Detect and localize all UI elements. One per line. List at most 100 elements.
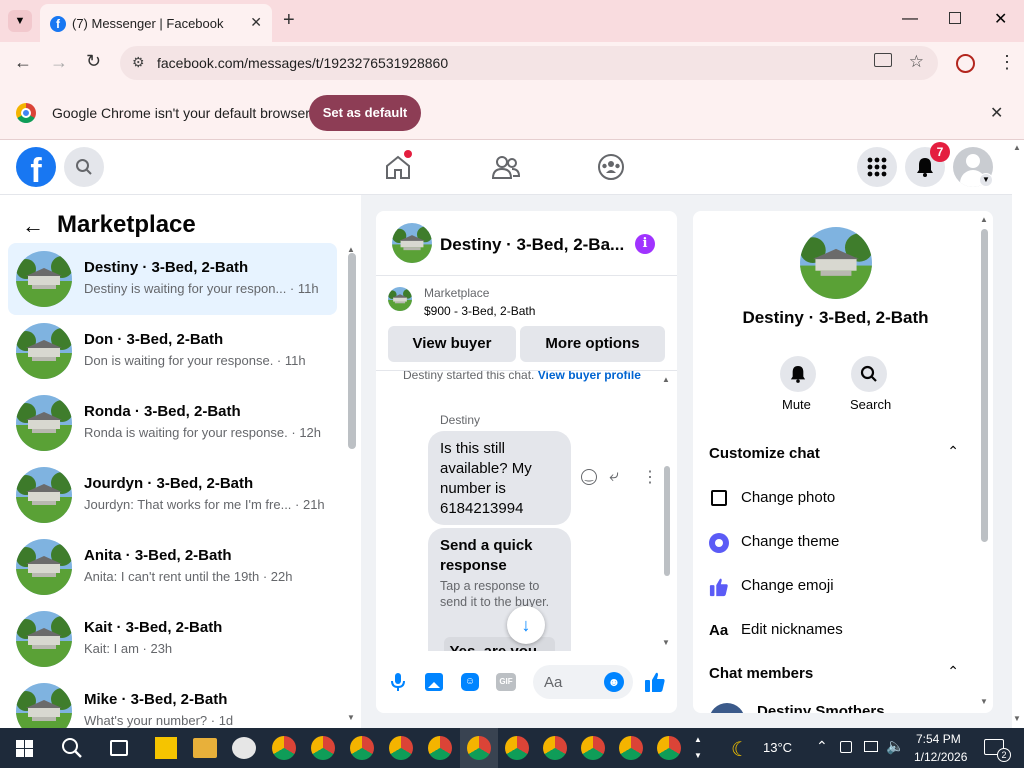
tab-list-dropdown[interactable]: ▼ — [8, 10, 32, 32]
chrome-taskbar-icon[interactable] — [311, 736, 335, 760]
install-app-icon[interactable] — [874, 53, 892, 67]
message-input[interactable]: Aa ☻ — [533, 665, 633, 699]
scroll-down-icon[interactable]: ▼ — [347, 713, 355, 722]
taskbar-overflow-icon[interactable]: ▲ ▼ — [694, 732, 702, 764]
tab-close-icon[interactable]: ✕ — [250, 14, 262, 31]
list-item[interactable]: Anita · 3-Bed, 2-Bath Anita: I can't ren… — [8, 531, 337, 603]
emoji-icon[interactable]: ☻ — [604, 672, 624, 692]
scroll-to-bottom-icon[interactable]: ↓ — [507, 606, 545, 644]
mute-bell-icon[interactable] — [780, 356, 816, 392]
chrome-taskbar-icon[interactable] — [619, 736, 643, 760]
maximize-button[interactable] — [949, 12, 961, 24]
more-actions-icon[interactable]: ⋮ — [642, 467, 658, 487]
view-buyer-button[interactable]: View buyer — [388, 326, 516, 362]
view-buyer-profile-link[interactable]: View buyer profile — [538, 371, 641, 382]
minimize-button[interactable]: — — [902, 10, 918, 28]
clock-time[interactable]: 7:54 PM — [916, 732, 961, 746]
list-item[interactable]: Jourdyn · 3-Bed, 2-Bath Jourdyn: That wo… — [8, 459, 337, 531]
chat-avatar[interactable] — [392, 223, 432, 263]
details-scroll-down-icon[interactable]: ▼ — [980, 697, 988, 706]
gif-icon[interactable]: GIF — [496, 673, 516, 691]
meet-icon[interactable] — [840, 741, 852, 753]
volume-icon[interactable]: 🔈 — [886, 737, 905, 755]
chrome-taskbar-icon[interactable] — [428, 736, 452, 760]
tray-chevron-icon[interactable]: ⌃ — [816, 738, 828, 755]
change-photo-item[interactable]: Change photo — [709, 489, 959, 509]
home-icon[interactable] — [384, 150, 412, 186]
photo-icon[interactable] — [425, 673, 443, 691]
sticky-notes-icon[interactable] — [155, 737, 177, 759]
set-default-button[interactable]: Set as default — [309, 95, 421, 131]
forward-icon[interactable]: → — [50, 52, 68, 73]
weather-moon-icon[interactable]: ☾ — [731, 737, 749, 762]
back-arrow-icon[interactable]: ← — [22, 213, 44, 239]
network-icon[interactable] — [864, 741, 878, 752]
search-icon[interactable] — [64, 147, 104, 187]
list-item[interactable]: Kait · 3-Bed, 2-Bath Kait: I am · 23h — [8, 603, 337, 675]
scroll-up-icon[interactable]: ▲ — [347, 245, 355, 254]
edit-nicknames-item[interactable]: Aa Edit nicknames — [709, 621, 959, 641]
customize-chat-header[interactable]: Customize chat ⌃ — [709, 443, 959, 465]
details-search-icon[interactable] — [851, 356, 887, 392]
reload-icon[interactable]: ↻ — [86, 51, 101, 72]
list-scrollbar[interactable] — [348, 253, 356, 449]
chrome-taskbar-icon[interactable] — [467, 736, 491, 760]
facebook-logo-icon[interactable]: f — [16, 147, 56, 187]
close-window-button[interactable]: ✕ — [994, 9, 1007, 29]
new-tab-button[interactable]: + — [283, 9, 295, 32]
file-explorer-icon[interactable] — [193, 738, 217, 758]
clock-date[interactable]: 1/12/2026 — [914, 750, 967, 764]
friends-icon[interactable] — [491, 154, 521, 185]
chrome-taskbar-icon[interactable] — [350, 736, 374, 760]
url-text[interactable]: facebook.com/messages/t/1923276531928860 — [157, 55, 448, 71]
chrome-taskbar-icon[interactable] — [272, 736, 296, 760]
change-emoji-item[interactable]: Change emoji — [709, 577, 959, 597]
profile-icon[interactable] — [956, 54, 975, 73]
groups-icon[interactable] — [597, 153, 625, 186]
member-avatar[interactable] — [709, 703, 745, 713]
chat-scroll-down-icon[interactable]: ▼ — [662, 638, 670, 647]
menu-grid-icon[interactable] — [857, 147, 897, 187]
chat-scrollbar[interactable] — [664, 466, 670, 576]
chrome-menu-icon[interactable]: ⋮ — [998, 52, 1016, 73]
list-item[interactable]: Ronda · 3-Bed, 2-Bath Ronda is waiting f… — [8, 387, 337, 459]
chrome-taskbar-icon[interactable] — [389, 736, 413, 760]
chat-header-name[interactable]: Destiny · 3-Bed, 2-Ba... — [440, 235, 624, 255]
omnibox[interactable]: ⚙ facebook.com/messages/t/19232765319288… — [120, 46, 938, 80]
details-scroll-up-icon[interactable]: ▲ — [980, 215, 988, 224]
chrome-taskbar-icon[interactable] — [581, 736, 605, 760]
page-scrollbar-down-icon[interactable]: ▼ — [1013, 714, 1021, 723]
message-bubble[interactable]: Is this still available? My number is 61… — [428, 431, 571, 525]
details-avatar[interactable] — [800, 227, 872, 299]
list-item[interactable]: Don · 3-Bed, 2-Bath Don is waiting for y… — [8, 315, 337, 387]
conversation-info-icon[interactable]: i — [635, 234, 655, 254]
more-options-button[interactable]: More options — [520, 326, 665, 362]
reply-icon[interactable]: ⤶ — [609, 466, 619, 486]
task-view-icon[interactable] — [110, 740, 128, 756]
page-scrollbar-up-icon[interactable]: ▲ — [1013, 143, 1021, 152]
react-emoji-icon[interactable]: ‿ — [581, 469, 597, 485]
details-scrollbar[interactable] — [981, 229, 988, 542]
weather-temp[interactable]: 13°C — [763, 740, 792, 755]
browser-tab[interactable]: f (7) Messenger | Facebook ✕ — [40, 4, 272, 42]
windows-start-icon[interactable] — [16, 740, 33, 757]
taskbar-search-icon[interactable] — [61, 737, 83, 764]
mute-label[interactable]: Mute — [782, 397, 811, 412]
list-item[interactable]: Destiny · 3-Bed, 2-Bath Destiny is waiti… — [8, 243, 337, 315]
change-theme-item[interactable]: Change theme — [709, 533, 959, 553]
chrome-taskbar-icon[interactable] — [657, 736, 681, 760]
infobar-close-icon[interactable]: ✕ — [990, 103, 1003, 123]
search-label[interactable]: Search — [850, 397, 891, 412]
chat-members-header[interactable]: Chat members ⌃ — [709, 663, 959, 685]
chat-scroll-up-icon[interactable]: ▲ — [662, 375, 670, 384]
member-name[interactable]: Destiny Smothers — [757, 703, 885, 713]
chrome-taskbar-icon[interactable] — [505, 736, 529, 760]
sticker-icon[interactable]: ☺ — [461, 673, 479, 691]
voice-clip-icon[interactable] — [391, 672, 405, 697]
bookmark-star-icon[interactable]: ☆ — [909, 52, 924, 72]
chrome-taskbar-icon[interactable] — [543, 736, 567, 760]
like-thumb-icon[interactable] — [644, 671, 666, 698]
site-info-icon[interactable]: ⚙ — [132, 54, 145, 71]
messages-area[interactable]: Destiny started this chat. View buyer pr… — [376, 371, 677, 651]
account-chevron-icon[interactable]: ▼ — [979, 173, 993, 187]
